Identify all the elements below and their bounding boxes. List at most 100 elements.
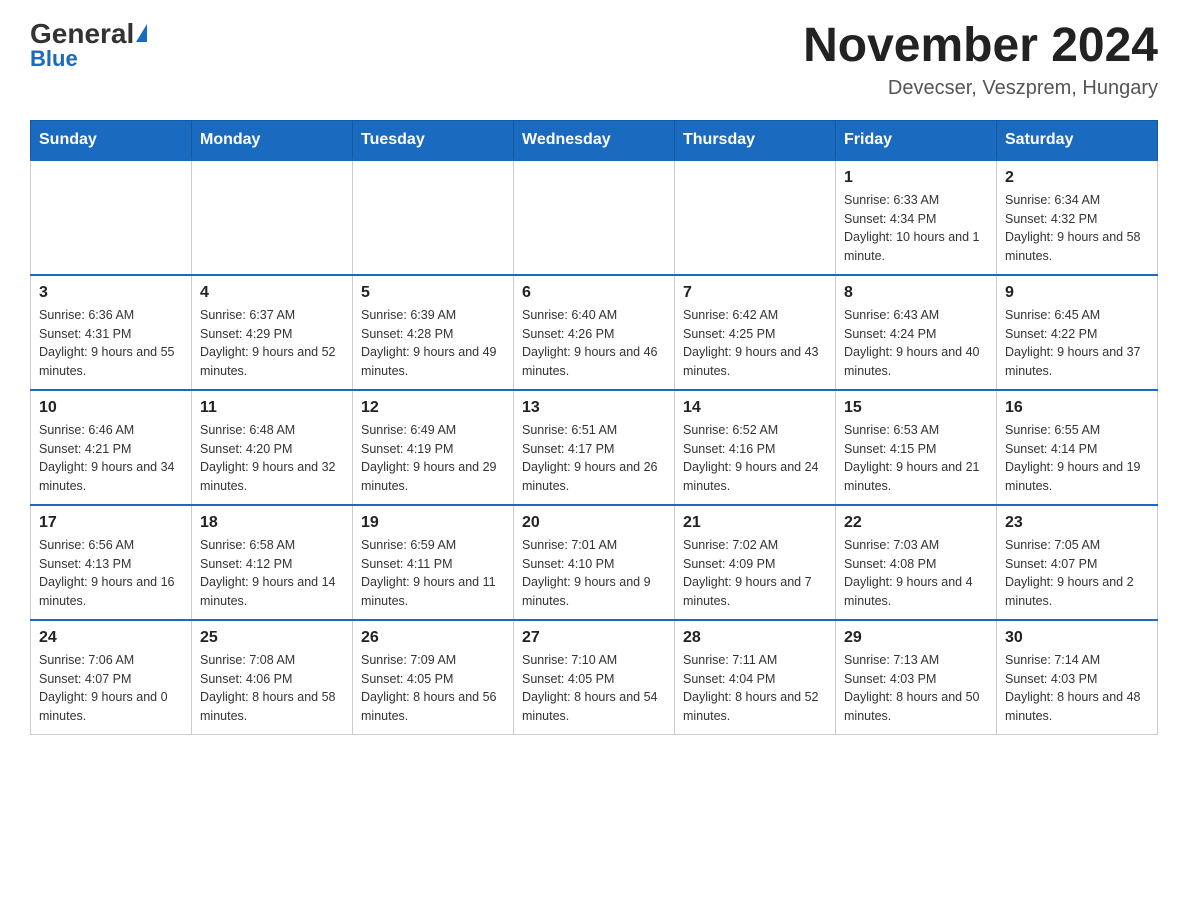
table-row: 18 Sunrise: 6:58 AMSunset: 4:12 PMDayligh… (192, 505, 353, 620)
day-number: 2 (1005, 169, 1149, 187)
table-row: 11Sunrise: 6:48 AMSunset: 4:20 PMDayligh… (192, 390, 353, 505)
table-row: 25 Sunrise: 7:08 AMSunset: 4:06 PMDayligh… (192, 620, 353, 735)
calendar-header-row: Sunday Monday Tuesday Wednesday Thursday… (31, 120, 1158, 160)
month-title: November 2024 (803, 20, 1158, 73)
day-number: 1 (844, 169, 988, 187)
table-row: 22 Sunrise: 7:03 AMSunset: 4:08 PMDayligh… (836, 505, 997, 620)
day-info: Sunrise: 6:51 AMSunset: 4:17 PMDaylight:… (522, 421, 666, 496)
calendar-week-row: 3Sunrise: 6:36 AMSunset: 4:31 PMDaylight… (31, 275, 1158, 390)
day-number: 9 (1005, 284, 1149, 302)
calendar-week-row: 24Sunrise: 7:06 AMSunset: 4:07 PMDayligh… (31, 620, 1158, 735)
logo-blue: Blue (30, 46, 78, 72)
day-info: Sunrise: 6:37 AMSunset: 4:29 PMDaylight:… (200, 306, 344, 381)
day-info: Sunrise: 7:11 AMSunset: 4:04 PMDaylight:… (683, 651, 827, 726)
day-number: 8 (844, 284, 988, 302)
day-number: 22 (844, 514, 988, 532)
table-row: 26 Sunrise: 7:09 AMSunset: 4:05 PMDayligh… (353, 620, 514, 735)
table-row: 3Sunrise: 6:36 AMSunset: 4:31 PMDaylight… (31, 275, 192, 390)
table-row: 7 Sunrise: 6:42 AMSunset: 4:25 PMDaylight… (675, 275, 836, 390)
day-info: Sunrise: 7:03 AMSunset: 4:08 PMDaylight:… (844, 536, 988, 611)
logo-triangle-icon (136, 24, 147, 42)
table-row: 27 Sunrise: 7:10 AMSunset: 4:05 PMDayligh… (514, 620, 675, 735)
table-row: 14 Sunrise: 6:52 AMSunset: 4:16 PMDayligh… (675, 390, 836, 505)
day-info: Sunrise: 7:06 AMSunset: 4:07 PMDaylight:… (39, 651, 183, 726)
day-info: Sunrise: 7:14 AMSunset: 4:03 PMDaylight:… (1005, 651, 1149, 726)
table-row: 16 Sunrise: 6:55 AMSunset: 4:14 PMDayligh… (997, 390, 1158, 505)
col-friday: Friday (836, 120, 997, 160)
calendar-table: Sunday Monday Tuesday Wednesday Thursday… (30, 120, 1158, 735)
day-info: Sunrise: 6:52 AMSunset: 4:16 PMDaylight:… (683, 421, 827, 496)
col-monday: Monday (192, 120, 353, 160)
calendar-week-row: 17 Sunrise: 6:56 AMSunset: 4:13 PMDayligh… (31, 505, 1158, 620)
day-info: Sunrise: 6:53 AMSunset: 4:15 PMDaylight:… (844, 421, 988, 496)
day-info: Sunrise: 7:02 AMSunset: 4:09 PMDaylight:… (683, 536, 827, 611)
table-row: 17 Sunrise: 6:56 AMSunset: 4:13 PMDayligh… (31, 505, 192, 620)
day-number: 15 (844, 399, 988, 417)
day-info: Sunrise: 6:42 AMSunset: 4:25 PMDaylight:… (683, 306, 827, 381)
table-row: 1Sunrise: 6:33 AMSunset: 4:34 PMDaylight… (836, 160, 997, 275)
table-row: 23Sunrise: 7:05 AMSunset: 4:07 PMDayligh… (997, 505, 1158, 620)
day-number: 25 (200, 629, 344, 647)
table-row: 13 Sunrise: 6:51 AMSunset: 4:17 PMDayligh… (514, 390, 675, 505)
col-wednesday: Wednesday (514, 120, 675, 160)
day-number: 20 (522, 514, 666, 532)
calendar-week-row: 1Sunrise: 6:33 AMSunset: 4:34 PMDaylight… (31, 160, 1158, 275)
day-info: Sunrise: 6:46 AMSunset: 4:21 PMDaylight:… (39, 421, 183, 496)
day-number: 4 (200, 284, 344, 302)
table-row: 10 Sunrise: 6:46 AMSunset: 4:21 PMDayligh… (31, 390, 192, 505)
day-number: 19 (361, 514, 505, 532)
day-number: 29 (844, 629, 988, 647)
logo-general: General (30, 20, 134, 48)
table-row (353, 160, 514, 275)
calendar-week-row: 10 Sunrise: 6:46 AMSunset: 4:21 PMDayligh… (31, 390, 1158, 505)
day-number: 10 (39, 399, 183, 417)
location: Devecser, Veszprem, Hungary (803, 77, 1158, 100)
table-row: 8Sunrise: 6:43 AMSunset: 4:24 PMDaylight… (836, 275, 997, 390)
day-info: Sunrise: 6:34 AMSunset: 4:32 PMDaylight:… (1005, 191, 1149, 266)
day-number: 3 (39, 284, 183, 302)
day-number: 16 (1005, 399, 1149, 417)
title-block: November 2024 Devecser, Veszprem, Hungar… (803, 20, 1158, 100)
day-number: 13 (522, 399, 666, 417)
table-row: 20Sunrise: 7:01 AMSunset: 4:10 PMDayligh… (514, 505, 675, 620)
day-info: Sunrise: 6:40 AMSunset: 4:26 PMDaylight:… (522, 306, 666, 381)
day-info: Sunrise: 6:55 AMSunset: 4:14 PMDaylight:… (1005, 421, 1149, 496)
day-info: Sunrise: 6:49 AMSunset: 4:19 PMDaylight:… (361, 421, 505, 496)
col-saturday: Saturday (997, 120, 1158, 160)
day-number: 26 (361, 629, 505, 647)
table-row: 29 Sunrise: 7:13 AMSunset: 4:03 PMDayligh… (836, 620, 997, 735)
table-row: 6 Sunrise: 6:40 AMSunset: 4:26 PMDaylight… (514, 275, 675, 390)
day-info: Sunrise: 7:08 AMSunset: 4:06 PMDaylight:… (200, 651, 344, 726)
table-row: 28Sunrise: 7:11 AMSunset: 4:04 PMDayligh… (675, 620, 836, 735)
day-info: Sunrise: 6:39 AMSunset: 4:28 PMDaylight:… (361, 306, 505, 381)
col-tuesday: Tuesday (353, 120, 514, 160)
day-info: Sunrise: 7:13 AMSunset: 4:03 PMDaylight:… (844, 651, 988, 726)
day-number: 14 (683, 399, 827, 417)
table-row: 4 Sunrise: 6:37 AMSunset: 4:29 PMDaylight… (192, 275, 353, 390)
day-number: 7 (683, 284, 827, 302)
table-row: 21Sunrise: 7:02 AMSunset: 4:09 PMDayligh… (675, 505, 836, 620)
table-row: 30 Sunrise: 7:14 AMSunset: 4:03 PMDayligh… (997, 620, 1158, 735)
table-row: 15 Sunrise: 6:53 AMSunset: 4:15 PMDayligh… (836, 390, 997, 505)
day-number: 12 (361, 399, 505, 417)
page-header: General Blue November 2024 Devecser, Ves… (30, 20, 1158, 100)
day-number: 6 (522, 284, 666, 302)
day-info: Sunrise: 7:10 AMSunset: 4:05 PMDaylight:… (522, 651, 666, 726)
table-row (675, 160, 836, 275)
col-thursday: Thursday (675, 120, 836, 160)
logo: General Blue (30, 20, 147, 72)
day-info: Sunrise: 6:56 AMSunset: 4:13 PMDaylight:… (39, 536, 183, 611)
day-info: Sunrise: 6:58 AMSunset: 4:12 PMDaylight:… (200, 536, 344, 611)
day-number: 30 (1005, 629, 1149, 647)
day-number: 18 (200, 514, 344, 532)
table-row (192, 160, 353, 275)
day-info: Sunrise: 6:45 AMSunset: 4:22 PMDaylight:… (1005, 306, 1149, 381)
day-number: 17 (39, 514, 183, 532)
table-row: 9 Sunrise: 6:45 AMSunset: 4:22 PMDaylight… (997, 275, 1158, 390)
day-number: 5 (361, 284, 505, 302)
table-row: 24Sunrise: 7:06 AMSunset: 4:07 PMDayligh… (31, 620, 192, 735)
table-row (514, 160, 675, 275)
day-number: 27 (522, 629, 666, 647)
day-info: Sunrise: 7:09 AMSunset: 4:05 PMDaylight:… (361, 651, 505, 726)
col-sunday: Sunday (31, 120, 192, 160)
